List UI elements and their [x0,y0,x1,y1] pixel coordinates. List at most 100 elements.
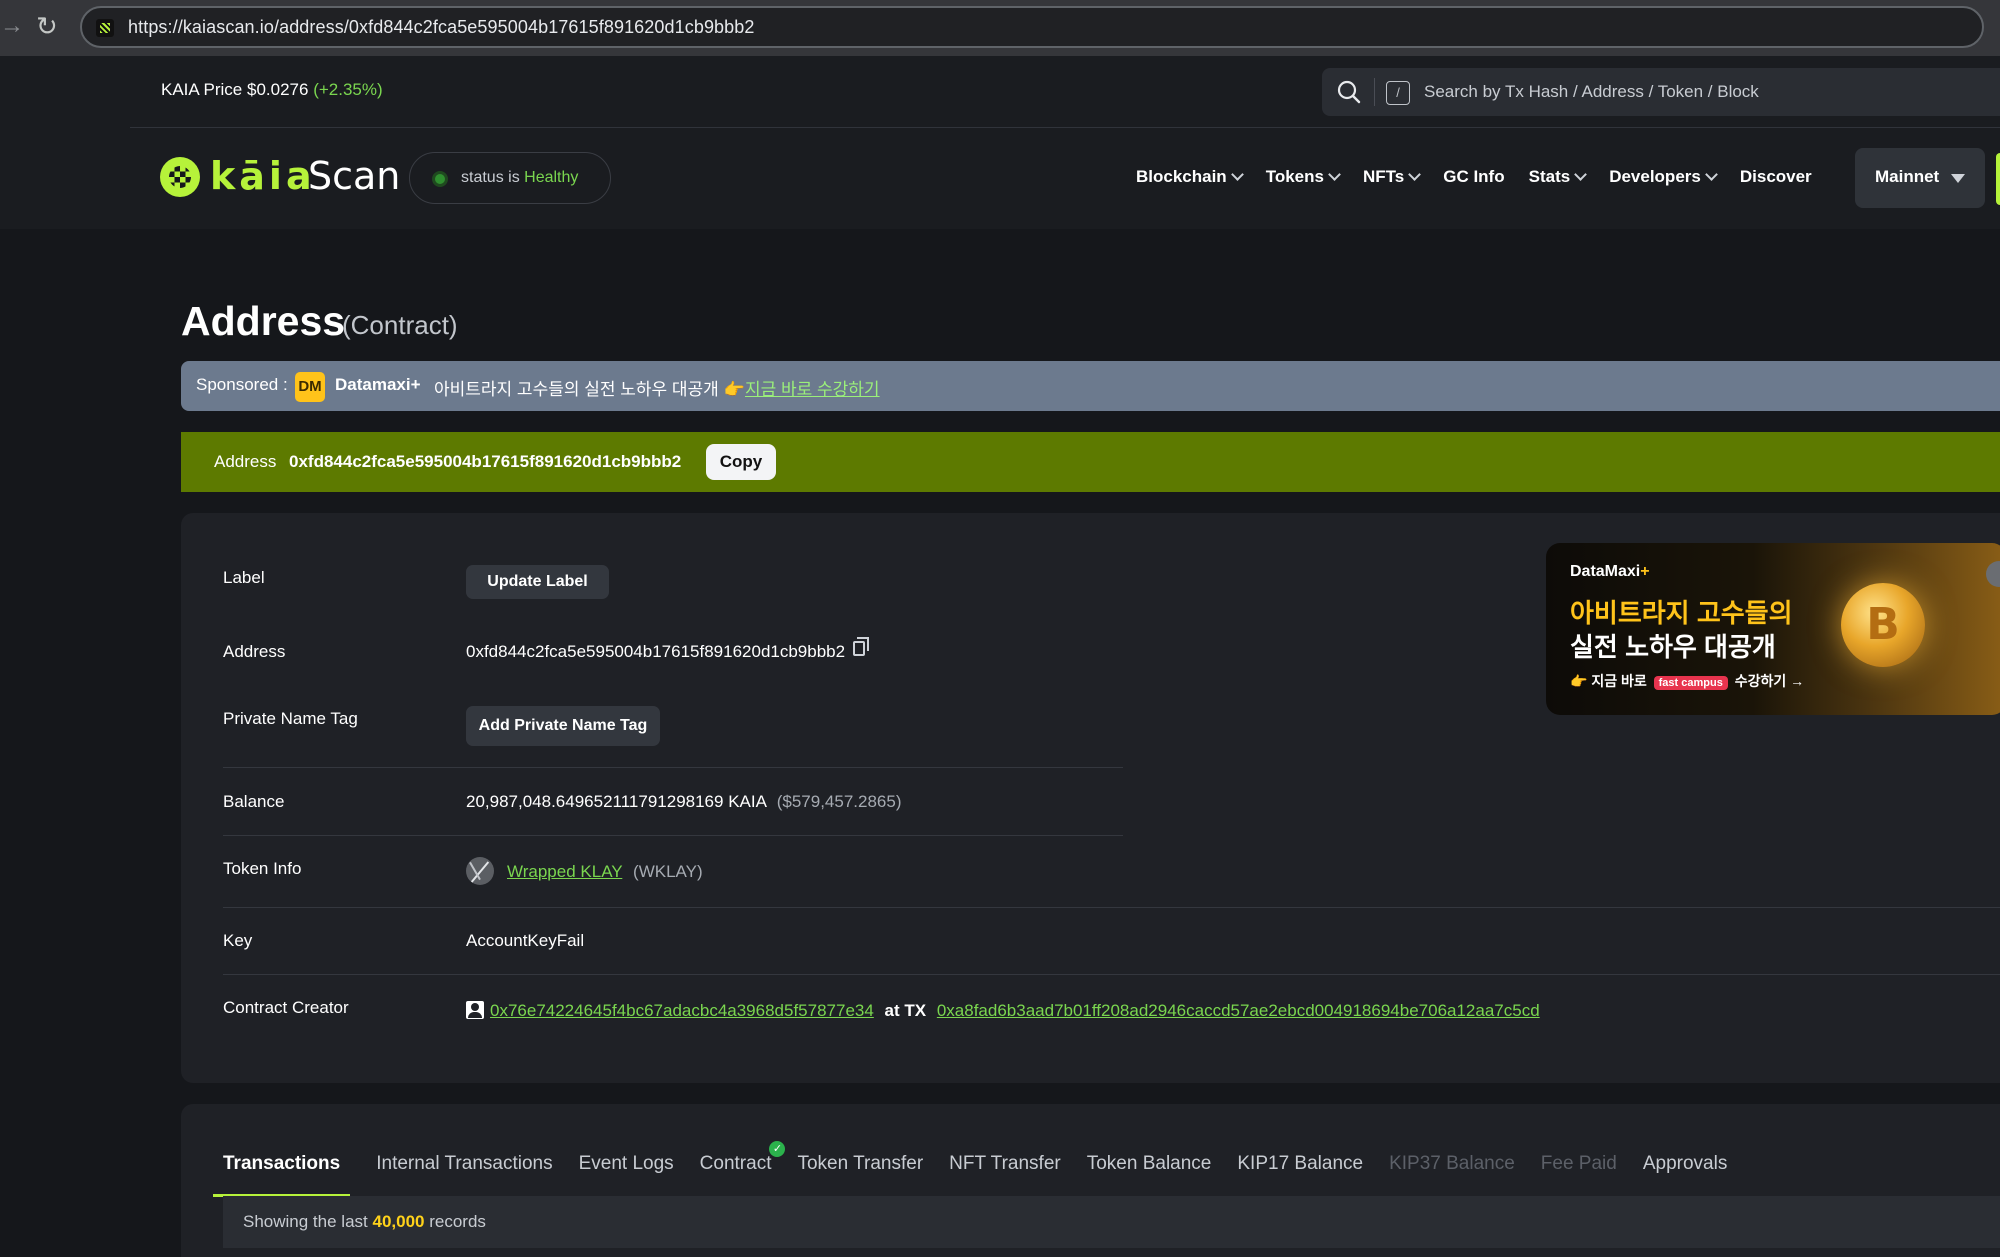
price-label: KAIA Price [161,80,243,99]
divider [223,835,1123,836]
logo-wordmark[interactable]: kāia [210,154,316,198]
url-bar[interactable]: https://kaiascan.io/address/0xfd844c2fca… [80,6,1984,48]
tab-contract[interactable]: Contract ✓ [699,1141,786,1185]
sponsored-banner: Sponsored : DM Datamaxi+ 아비트라지 고수들의 실전 노… [181,361,2000,411]
chevron-down-icon [1408,168,1422,181]
transactions-card: Transactions Internal Transactions Event… [181,1104,2000,1257]
search-separator [1374,78,1375,106]
tab-internal-transactions[interactable]: Internal Transactions [376,1153,552,1185]
nav-blockchain[interactable]: Blockchain [1136,167,1244,191]
tab-token-transfer[interactable]: Token Transfer [797,1153,923,1185]
tab-contract-label: Contract [699,1153,772,1174]
balance-usd: ($579,457.2865) [776,792,902,811]
nav-developers[interactable]: Developers [1609,167,1718,191]
address-details-card: Label - Update Label Address 0xfd844c2fc… [181,513,2000,1083]
tab-token-balance[interactable]: Token Balance [1087,1153,1212,1185]
back-arrow-icon[interactable]: → [0,14,24,38]
tab-approvals[interactable]: Approvals [1643,1153,1728,1185]
address-bar-value: 0xfd844c2fca5e595004b17615f891620d1cb9bb… [289,452,682,471]
label-row-label: Label [223,568,265,587]
nav-tokens[interactable]: Tokens [1265,167,1341,191]
browser-toolbar: → ↻ https://kaiascan.io/address/0xfd844c… [0,0,2000,56]
connect-button-edge[interactable] [1996,153,2000,205]
divider [223,767,1123,768]
token-row-value: Wrapped KLAY (WKLAY) [507,862,703,882]
nav-nfts[interactable]: NFTs [1362,167,1422,191]
ad-close-icon[interactable] [1986,561,2000,587]
page-title: Address [181,298,346,344]
chevron-down-icon [1574,168,1588,181]
tab-kip37-balance: KIP37 Balance [1389,1153,1515,1174]
address-highlight-bar: Address 0xfd844c2fca5e595004b17615f89162… [181,432,2000,492]
tab-transactions[interactable]: Transactions [213,1153,351,1197]
ad-brand-name: DataMaxi [1570,563,1641,580]
tab-kip17-balance[interactable]: KIP17 Balance [1237,1153,1363,1185]
price-value: $0.0276 [247,80,309,99]
key-row-value: AccountKeyFail [466,931,585,950]
address-row-value: 0xfd844c2fca5e595004b17615f891620d1cb9bb… [466,637,870,662]
fastcampus-badge: fast campus [1653,676,1728,690]
token-link[interactable]: Wrapped KLAY [507,862,622,881]
token-symbol: (WKLAY) [633,862,703,881]
status-value: Healthy [524,169,579,186]
tab-fee-paid: Fee Paid [1540,1153,1617,1174]
url-text[interactable]: https://kaiascan.io/address/0xfd844c2fca… [128,17,755,38]
creation-tx-link[interactable]: 0xa8fad6b3aad7b01ff208ad2946caccd57ae2eb… [937,1001,1540,1020]
records-text: Showing the last 40,000 records [243,1212,486,1232]
kaia-logo-icon[interactable] [160,157,200,197]
nav-stats[interactable]: Stats [1528,167,1588,191]
tab-nft-transfer[interactable]: NFT Transfer [949,1153,1061,1185]
nav-label: Discover [1739,167,1812,186]
bitcoin-coin-icon [1841,583,1925,667]
nav-label: Developers [1609,167,1701,186]
nav-label: Tokens [1265,167,1324,186]
kaia-price: KAIA Price $0.0276 (+2.35%) [161,80,383,100]
ad-headline-2: 실전 노하우 대공개 [1570,632,1776,662]
creator-address-link[interactable]: 0x76e74224645f4bc67adacbc4a3968d5f57877e… [490,1001,874,1020]
add-private-name-tag-button[interactable]: Add Private Name Tag [466,706,660,746]
nav-label: GC Info [1443,167,1505,186]
nav-label: NFTs [1362,167,1405,186]
status-prefix: status is [461,169,520,186]
tab-event-logs[interactable]: Event Logs [579,1153,674,1185]
reload-icon[interactable]: ↻ [36,12,62,40]
contract-address: 0xfd844c2fca5e595004b17615f891620d1cb9bb… [466,642,846,661]
chevron-down-icon [1328,168,1341,181]
divider [223,907,2000,908]
logo-scan-text[interactable]: Scan [308,154,400,198]
search-bar[interactable]: / Search by Tx Hash / Address / Token / … [1322,68,2000,116]
key-row-label: Key [223,931,253,950]
balance-row-label: Balance [223,792,285,811]
tab-list: Transactions Internal Transactions Event… [213,1141,1753,1197]
copy-address-button[interactable]: Copy [706,444,776,480]
update-label-button[interactable]: Update Label [466,565,609,599]
nav-gc-info[interactable]: GC Info [1443,167,1504,191]
network-status-pill[interactable]: status is Healthy [409,152,611,204]
search-icon[interactable] [1336,79,1362,105]
balance-value: 20,987,048.649652111791298169 KAIA [466,792,766,811]
address-bar-label: Address [214,452,277,471]
sponsor-link[interactable]: 지금 바로 수강하기 [745,375,880,400]
user-icon [466,1001,484,1019]
records-count: 40,000 [372,1212,425,1231]
slash-shortcut-icon: / [1386,81,1410,105]
nav-label: Stats [1528,167,1571,186]
search-input[interactable]: Search by Tx Hash / Address / Token / Bl… [1424,82,1759,102]
address-row-label: Address [223,642,286,661]
site-favicon-icon [96,19,114,37]
datamaxi-ad-banner[interactable]: DataMaxi+ 아비트라지 고수들의 실전 노하우 대공개 👉 지금 바로 … [1546,543,2000,715]
copy-icon[interactable] [853,637,870,656]
price-change: (+2.35%) [313,80,383,99]
datamaxi-logo-icon: DM [295,372,325,402]
sponsor-text: 아비트라지 고수들의 실전 노하우 대공개 👉 [434,380,745,399]
ad-brand-plus: + [1640,563,1650,580]
nav-discover[interactable]: Discover [1740,167,1812,191]
ad-cta: 👉 지금 바로 fast campus 수강하기 → [1570,671,1804,691]
ad-headline-1: 아비트라지 고수들의 [1570,598,1793,628]
main-nav: Blockchain Tokens NFTs GC Info Stats Dev… [1136,167,1836,191]
creator-row-label: Contract Creator [223,998,349,1017]
network-selector[interactable]: Mainnet [1855,148,1985,208]
chevron-down-icon [1230,168,1244,181]
sponsor-name: Datamaxi+ [335,375,421,394]
chevron-down-icon [1704,168,1718,181]
